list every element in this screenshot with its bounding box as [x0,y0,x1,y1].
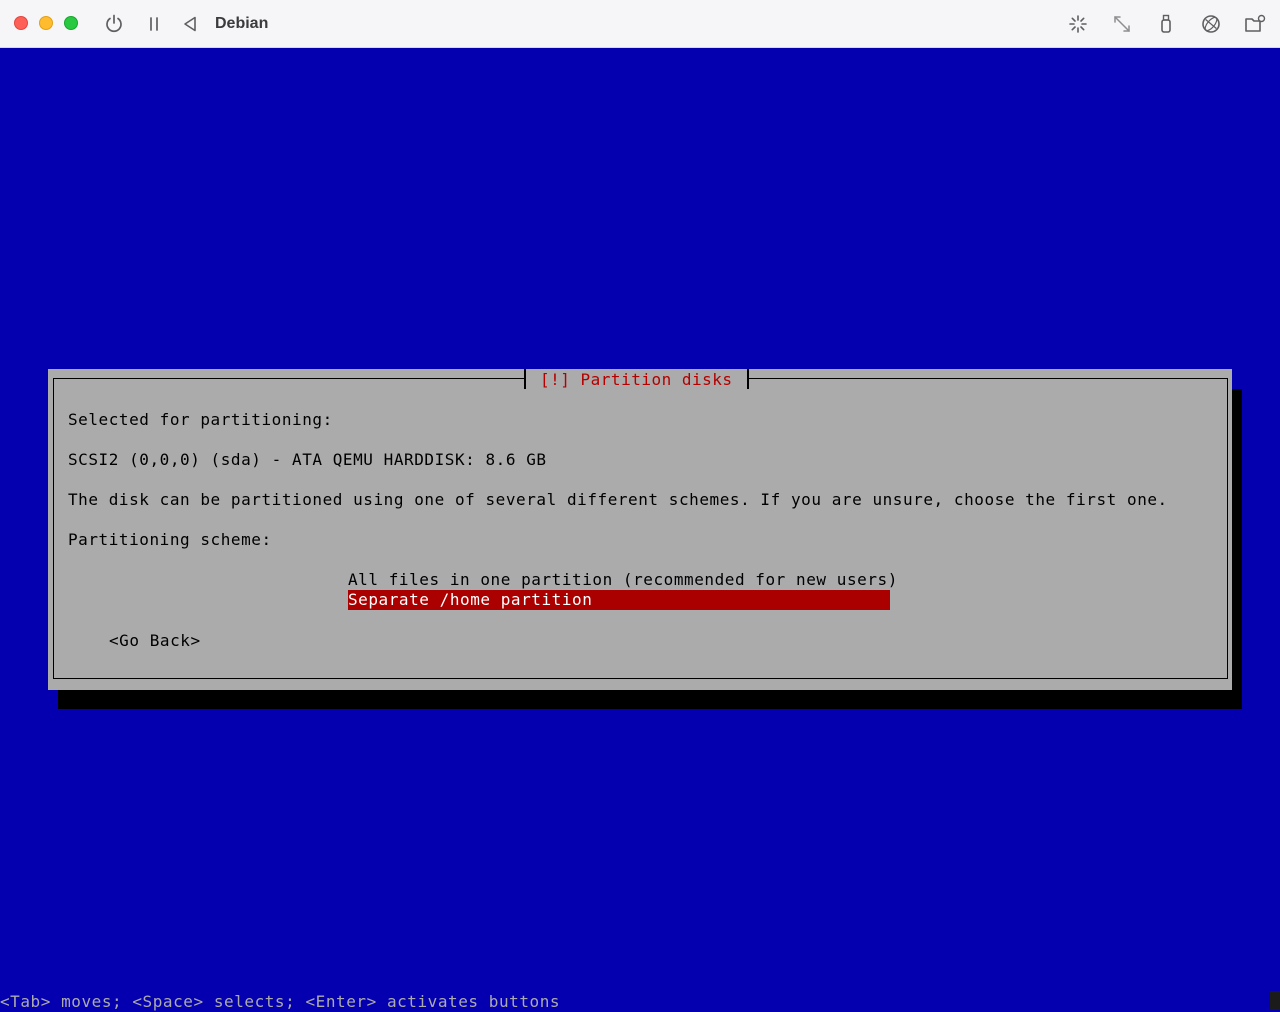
option-all-files-one-partition[interactable]: All files in one partition (recommended … [348,570,897,590]
close-window-button[interactable] [14,16,28,30]
minimize-window-button[interactable] [39,16,53,30]
power-icon[interactable] [102,12,126,36]
network-icon[interactable] [1199,12,1223,36]
pause-icon[interactable] [142,12,166,36]
usb-icon[interactable] [1154,12,1178,36]
disk-description: SCSI2 (0,0,0) (sda) - ATA QEMU HARDDISK:… [68,450,547,469]
back-icon[interactable] [178,12,202,36]
option-separate-home-partition[interactable]: Separate /home partition [348,590,890,610]
spinner-icon[interactable] [1066,12,1090,36]
zoom-window-button[interactable] [64,16,78,30]
scheme-instructions: The disk can be partitioned using one of… [68,490,1168,509]
keyboard-help-line: <Tab> moves; <Space> selects; <Enter> ac… [0,992,561,1011]
partitioning-scheme-label: Partitioning scheme: [68,530,272,549]
window-title: Debian [215,15,269,32]
dialog-title: [!] Partition disks [524,369,749,389]
vm-window-toolbar: Debian [0,0,1280,48]
screen-corner-block [1270,991,1280,1010]
shared-folder-icon[interactable] [1243,12,1267,36]
selected-for-partitioning-label: Selected for partitioning: [68,410,333,429]
go-back-button[interactable]: <Go Back> [109,631,201,651]
partition-disks-dialog: [!] Partition disks Selected for partiti… [48,369,1232,690]
resize-icon[interactable] [1110,12,1134,36]
